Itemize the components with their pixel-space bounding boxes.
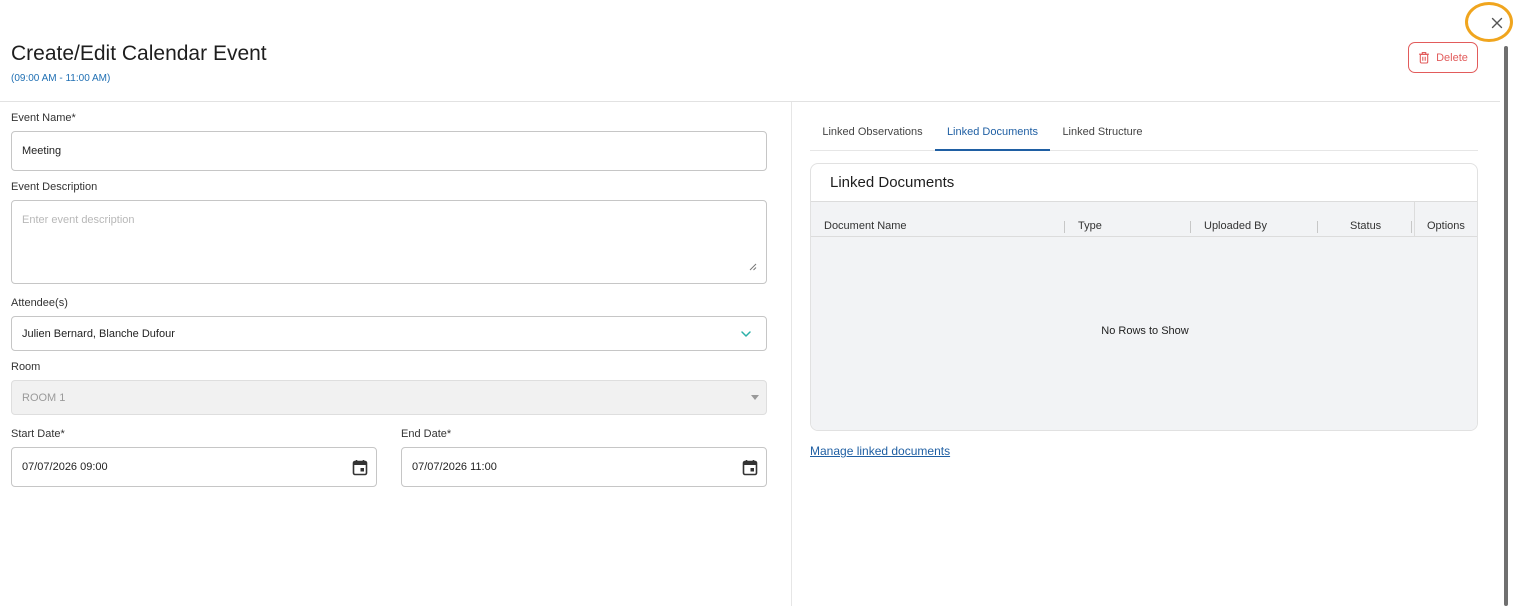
event-description-placeholder: Enter event description [22,214,135,226]
event-description-label: Event Description [11,181,98,193]
start-date-value: 07/07/2026 09:00 [22,461,108,473]
column-header-status[interactable]: Status [1350,220,1381,232]
calendar-icon[interactable] [742,459,758,476]
linked-tabs: Linked Observations Linked Documents Lin… [810,114,1478,151]
caret-down-icon [751,395,759,400]
event-description-textarea[interactable]: Enter event description [11,200,767,284]
resize-handle-icon[interactable] [749,263,757,271]
column-resize-handle[interactable] [1411,221,1412,233]
manage-linked-documents-link[interactable]: Manage linked documents [810,444,950,458]
attendees-value: Julien Bernard, Blanche Dufour [22,327,175,340]
documents-table-header: Document Name Type Uploaded By Status Op… [811,201,1477,238]
start-date-label: Start Date* [11,428,65,440]
empty-state-message: No Rows to Show [1101,325,1189,337]
column-divider [791,102,792,606]
tab-linked-observations[interactable]: Linked Observations [810,114,935,150]
column-resize-handle[interactable] [1317,221,1318,233]
trash-icon [1419,51,1430,64]
delete-button[interactable]: Delete [1408,42,1478,73]
event-name-input[interactable]: Meeting [11,131,767,171]
column-header-uploaded-by[interactable]: Uploaded By [1204,220,1267,232]
event-name-value: Meeting [22,145,62,157]
pinned-column-divider [1414,202,1415,238]
vertical-scrollbar[interactable] [1504,46,1508,606]
end-date-value: 07/07/2026 11:00 [412,461,497,473]
column-header-options[interactable]: Options [1427,220,1465,232]
end-date-input[interactable]: 07/07/2026 11:00 [401,447,767,487]
dialog-header: Create/Edit Calendar Event (09:00 AM - 1… [0,0,1500,102]
event-time-range: (09:00 AM - 11:00 AM) [11,73,111,84]
tab-linked-structure[interactable]: Linked Structure [1050,114,1155,150]
linked-documents-panel: Linked Documents Document Name Type Uplo… [810,163,1478,431]
room-label: Room [11,361,41,373]
tab-linked-documents[interactable]: Linked Documents [935,114,1050,151]
start-date-input[interactable]: 07/07/2026 09:00 [11,447,377,487]
chevron-down-icon [741,331,751,337]
column-resize-handle[interactable] [1190,221,1191,233]
event-name-label: Event Name* [11,112,76,124]
panel-title: Linked Documents [830,174,955,191]
attendees-select[interactable]: Julien Bernard, Blanche Dufour [11,316,767,351]
room-value: ROOM 1 [22,391,66,404]
end-date-label: End Date* [401,428,452,440]
column-header-document-name[interactable]: Document Name [824,220,907,232]
column-resize-handle[interactable] [1064,221,1065,233]
page-title: Create/Edit Calendar Event [11,42,267,65]
column-header-type[interactable]: Type [1078,220,1102,232]
room-select[interactable]: ROOM 1 [11,380,767,415]
documents-table-body: No Rows to Show [811,237,1477,430]
calendar-icon[interactable] [352,459,368,476]
attendees-label: Attendee(s) [11,297,68,309]
delete-button-label: Delete [1436,51,1468,64]
